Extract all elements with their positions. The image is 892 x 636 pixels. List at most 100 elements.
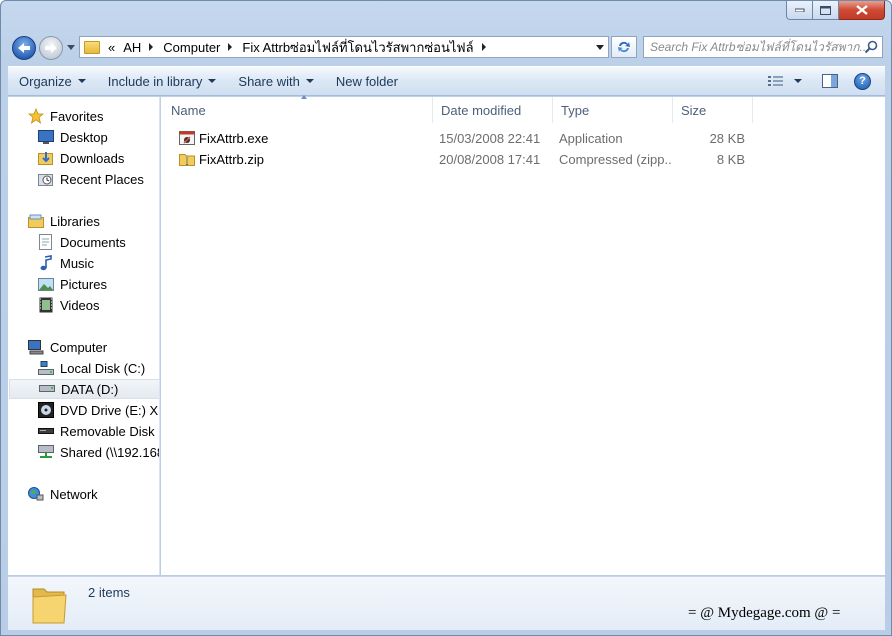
caption-buttons	[786, 1, 885, 20]
file-list: Name Date modified Type Size FixAttrb.ex…	[161, 95, 885, 575]
file-name: FixAttrb.zip	[199, 151, 265, 167]
column-date-label: Date modified	[441, 102, 522, 118]
breadcrumb-fix-attrb[interactable]: Fix Attrbซ่อมไฟล์ที่โดนไวรัสพากซ่อนไฟล์	[242, 37, 473, 58]
column-header-date-modified[interactable]: Date modified	[433, 97, 553, 123]
downloads-folder-icon	[38, 150, 54, 166]
minimize-button[interactable]	[786, 1, 813, 20]
nav-computer-label: Computer	[50, 339, 108, 355]
pictures-icon	[38, 276, 54, 292]
breadcrumb-separator-icon[interactable]	[481, 43, 486, 51]
explorer-window: « AH Computer Fix Attrbซ่อมไฟล์ที่โดนไวร…	[0, 0, 892, 636]
music-note-icon	[38, 255, 54, 271]
preview-pane-button[interactable]	[812, 74, 848, 88]
column-header-name[interactable]: Name	[161, 95, 433, 123]
minimize-icon	[794, 8, 804, 12]
address-bar[interactable]: « AH Computer Fix Attrbซ่อมไฟล์ที่โดนไวร…	[79, 36, 609, 58]
nav-recent-places-label: Recent Places	[60, 171, 144, 187]
back-arrow-icon	[18, 43, 30, 53]
file-size: 28 KB	[709, 130, 745, 146]
chevron-down-icon	[208, 79, 217, 83]
file-row-fixattrb-exe[interactable]: FixAttrb.exe 15/03/2008 22:41 Applicatio…	[161, 128, 761, 148]
nav-recent-places[interactable]: Recent Places	[38, 169, 159, 189]
dvd-drive-icon	[38, 402, 54, 418]
forward-arrow-icon	[45, 43, 57, 53]
file-type: Compressed (zipp...	[559, 151, 671, 167]
breadcrumb-separator-icon[interactable]	[149, 43, 154, 51]
nav-pictures[interactable]: Pictures	[38, 274, 159, 294]
breadcrumb-separator-icon[interactable]	[228, 43, 233, 51]
star-icon	[28, 108, 44, 124]
nav-local-disk-c-label: Local Disk (C:)	[60, 360, 146, 376]
nav-favorites[interactable]: Favorites	[28, 106, 159, 126]
chevron-down-icon	[794, 79, 802, 83]
nav-data-d[interactable]: DATA (D:)	[9, 379, 159, 399]
nav-computer[interactable]: Computer	[28, 337, 159, 357]
share-with-button[interactable]: Share with	[227, 67, 324, 95]
nav-network[interactable]: Network	[28, 484, 159, 504]
nav-libraries[interactable]: Libraries	[28, 211, 159, 231]
column-header-size[interactable]: Size	[673, 97, 753, 123]
file-type: Application	[559, 130, 623, 146]
change-view-button[interactable]	[758, 75, 812, 88]
nav-downloads-label: Downloads	[60, 150, 125, 166]
breadcrumb-computer[interactable]: Computer	[163, 40, 220, 55]
nav-downloads[interactable]: Downloads	[38, 148, 159, 168]
column-headers: Name Date modified Type Size	[161, 95, 885, 123]
maximize-button[interactable]	[813, 1, 839, 20]
nav-shared-network-drive[interactable]: Shared (\\192.168.1	[38, 442, 159, 462]
desktop-icon	[38, 129, 54, 145]
recent-pages-dropdown[interactable]	[67, 45, 75, 50]
hard-drive-icon	[39, 381, 55, 397]
new-folder-label: New folder	[335, 73, 398, 89]
sort-ascending-icon	[301, 95, 307, 99]
close-button[interactable]	[839, 1, 885, 20]
file-size: 8 KB	[716, 151, 745, 167]
nav-local-disk-c[interactable]: Local Disk (C:)	[38, 358, 159, 378]
nav-libraries-label: Libraries	[50, 213, 100, 229]
forward-button[interactable]	[39, 36, 63, 60]
nav-music[interactable]: Music	[38, 253, 159, 273]
close-icon	[855, 5, 868, 15]
preview-pane-icon	[822, 74, 838, 88]
folder-icon	[32, 588, 67, 624]
refresh-icon	[618, 41, 630, 53]
help-button[interactable]: ?	[854, 72, 871, 90]
documents-icon	[38, 234, 54, 250]
details-view-icon	[768, 75, 783, 86]
file-row-fixattrb-zip[interactable]: FixAttrb.zip 20/08/2008 17:41 Compressed…	[161, 149, 761, 169]
videos-icon	[38, 297, 54, 313]
organize-label: Organize	[19, 73, 72, 89]
new-folder-button[interactable]: New folder	[325, 67, 409, 95]
back-button[interactable]	[12, 36, 36, 60]
nav-videos[interactable]: Videos	[38, 295, 159, 315]
nav-pictures-label: Pictures	[60, 276, 107, 292]
command-bar: Organize Include in library Share with N…	[8, 66, 885, 96]
nav-favorites-label: Favorites	[50, 108, 104, 124]
breadcrumb-ah[interactable]: AH	[123, 40, 141, 55]
search-icon[interactable]	[864, 40, 878, 54]
search-input[interactable]: Search Fix Attrbซ่อมไฟล์ที่โดนไวรัสพาก..…	[643, 36, 883, 58]
nav-music-label: Music	[60, 255, 94, 271]
nav-network-label: Network	[50, 486, 98, 502]
nav-documents-label: Documents	[60, 234, 126, 250]
address-dropdown-icon[interactable]	[596, 45, 604, 50]
item-count: 2 items	[88, 585, 130, 600]
nav-desktop[interactable]: Desktop	[38, 127, 159, 147]
zip-folder-icon	[179, 151, 195, 167]
nav-desktop-label: Desktop	[60, 129, 108, 145]
watermark-text: = @ Mydegage.com @ =	[688, 605, 841, 621]
chevron-down-icon	[77, 79, 86, 83]
organize-button[interactable]: Organize	[8, 67, 97, 95]
file-name: FixAttrb.exe	[199, 130, 269, 146]
nav-data-d-label: DATA (D:)	[61, 381, 119, 397]
nav-dvd-drive-e[interactable]: DVD Drive (E:) X16-	[38, 400, 159, 420]
nav-documents[interactable]: Documents	[38, 232, 159, 252]
column-header-type[interactable]: Type	[553, 97, 673, 123]
navigation-pane: Favorites Desktop Downloads Recent Place…	[8, 97, 160, 575]
include-in-library-button[interactable]: Include in library	[97, 67, 228, 95]
share-with-label: Share with	[238, 73, 300, 89]
nav-removable-disk-f[interactable]: Removable Disk (F:	[38, 421, 159, 441]
breadcrumb-overflow[interactable]: «	[108, 40, 115, 55]
refresh-button[interactable]	[611, 36, 637, 58]
system-drive-icon	[38, 360, 54, 376]
